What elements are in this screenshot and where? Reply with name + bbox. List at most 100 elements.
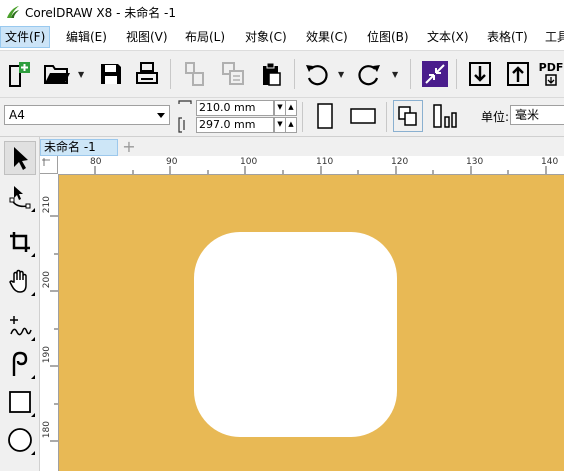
open-folder-icon (44, 65, 70, 84)
units-value: 毫米 (515, 108, 540, 122)
copy-button[interactable] (218, 58, 248, 90)
artistic-media-tool[interactable] (4, 347, 36, 381)
import-button[interactable] (465, 58, 495, 90)
coreldraw-logo-icon (7, 6, 19, 18)
menu-bitmaps[interactable]: 位图(B) (363, 27, 413, 47)
menu-tools[interactable]: 工具 (541, 27, 564, 47)
menu-edit[interactable]: 编辑(E) (62, 27, 111, 47)
menu-bar: 文件(F) 编辑(E) 视图(V) 布局(L) 对象(C) 效果(C) 位图(B… (0, 24, 564, 51)
all-pages-icon (398, 106, 417, 126)
undo-button[interactable] (302, 58, 332, 90)
menu-effects[interactable]: 效果(C) (302, 27, 352, 47)
add-tab-button[interactable]: + (120, 138, 138, 156)
redo-button[interactable] (354, 58, 384, 90)
current-page-icon (433, 104, 457, 128)
cut-button[interactable] (180, 58, 210, 90)
menu-table[interactable]: 表格(T) (483, 27, 532, 47)
corel-connect-button[interactable] (420, 58, 450, 90)
pan-tool-icon (9, 269, 27, 293)
menu-file[interactable]: 文件(F) (0, 26, 51, 48)
paste-button[interactable] (256, 58, 286, 90)
import-icon (469, 62, 491, 86)
paste-icon (263, 62, 281, 86)
title-bar: CorelDRAW X8 - 未命名 -1 (0, 0, 564, 24)
menu-object[interactable]: 对象(C) (241, 27, 291, 47)
rectangle-tool[interactable] (4, 385, 36, 419)
menu-view[interactable]: 视图(V) (122, 27, 172, 47)
flyout-corner-icon (31, 292, 35, 296)
flyout-corner-icon (31, 337, 35, 341)
crop-tool[interactable] (4, 225, 36, 259)
artistic-media-icon (12, 351, 28, 376)
document-tabs: 未命名 -1 + (40, 137, 564, 156)
pick-tool-icon (14, 147, 28, 170)
units-label: 单位: (481, 110, 510, 124)
ellipse-tool[interactable] (4, 423, 36, 457)
height-icon (178, 117, 185, 133)
menu-text[interactable]: 文本(X) (423, 27, 473, 47)
freehand-tool[interactable] (4, 309, 36, 343)
landscape-icon (350, 108, 376, 124)
export-button[interactable] (503, 58, 533, 90)
toolbar-separator (294, 59, 295, 89)
all-pages-button[interactable] (393, 100, 423, 132)
print-icon (136, 62, 158, 84)
shape-tool[interactable] (4, 180, 36, 214)
flyout-corner-icon (31, 208, 35, 212)
redo-icon (358, 65, 380, 86)
cut-icon (185, 62, 204, 86)
crop-tool-icon (10, 232, 30, 252)
page-size-value: A4 (9, 108, 25, 122)
horizontal-ruler[interactable]: 80 90 100 110 120 130 140 (58, 156, 564, 175)
height-spin-up[interactable]: ▲ (285, 117, 297, 133)
width-spin-up[interactable]: ▲ (285, 100, 297, 116)
copy-icon (222, 62, 244, 85)
toolbar-separator (410, 59, 411, 89)
page-height-field[interactable]: 297.0 mm (196, 117, 274, 133)
page-size-select[interactable]: A4 (4, 105, 170, 125)
shape-tool-icon (9, 186, 31, 209)
redo-dropdown-arrow-icon[interactable]: ▼ (392, 70, 398, 79)
new-document-icon (9, 62, 30, 87)
width-icon (178, 100, 192, 104)
publish-pdf-button[interactable]: PDF (538, 58, 564, 90)
publish-pdf-icon (545, 74, 557, 86)
open-button[interactable] (42, 58, 72, 90)
toolbar-separator (456, 59, 457, 89)
ellipse-tool-icon (8, 428, 32, 452)
freehand-tool-icon (10, 316, 32, 336)
standard-toolbar: ▼ ▼ ▼ PDF (0, 51, 564, 98)
current-page-button[interactable] (430, 100, 460, 132)
property-bar: A4 210.0 mm ▼ ▲ 297.0 mm ▼ ▲ 单位: 毫米 (0, 98, 564, 137)
menu-layout[interactable]: 布局(L) (181, 27, 229, 47)
undo-dropdown-arrow-icon[interactable]: ▼ (338, 70, 344, 79)
pdf-label: PDF (538, 61, 564, 74)
pan-tool[interactable] (4, 264, 36, 298)
toolbar-separator (302, 102, 303, 132)
pick-tool[interactable] (4, 141, 36, 175)
units-select[interactable]: 毫米 (510, 105, 564, 125)
flyout-corner-icon (31, 375, 35, 379)
ruler-origin[interactable] (40, 156, 58, 174)
document-tab[interactable]: 未命名 -1 (40, 139, 118, 156)
save-button[interactable] (96, 58, 126, 90)
landscape-button[interactable] (348, 100, 378, 132)
portrait-button[interactable] (310, 100, 340, 132)
rounded-rectangle-shape[interactable] (194, 232, 397, 437)
new-document-button[interactable] (4, 58, 34, 90)
window-title: CorelDRAW X8 - 未命名 -1 (25, 6, 177, 20)
rectangle-tool-icon (9, 391, 31, 413)
page-width-field[interactable]: 210.0 mm (196, 100, 274, 116)
portrait-icon (317, 103, 333, 129)
print-button[interactable] (132, 58, 162, 90)
flyout-corner-icon (31, 451, 35, 455)
open-dropdown-arrow-icon[interactable]: ▼ (78, 70, 84, 79)
ruler-ticks (50, 215, 58, 442)
vertical-ruler[interactable]: 210 200 190 180 (40, 174, 59, 471)
save-icon (101, 64, 121, 84)
corel-connect-icon (422, 61, 448, 87)
ruler-ticks (94, 166, 547, 174)
flyout-corner-icon (31, 413, 35, 417)
ruler-origin-icon (42, 158, 50, 166)
toolbar-separator (386, 102, 387, 132)
